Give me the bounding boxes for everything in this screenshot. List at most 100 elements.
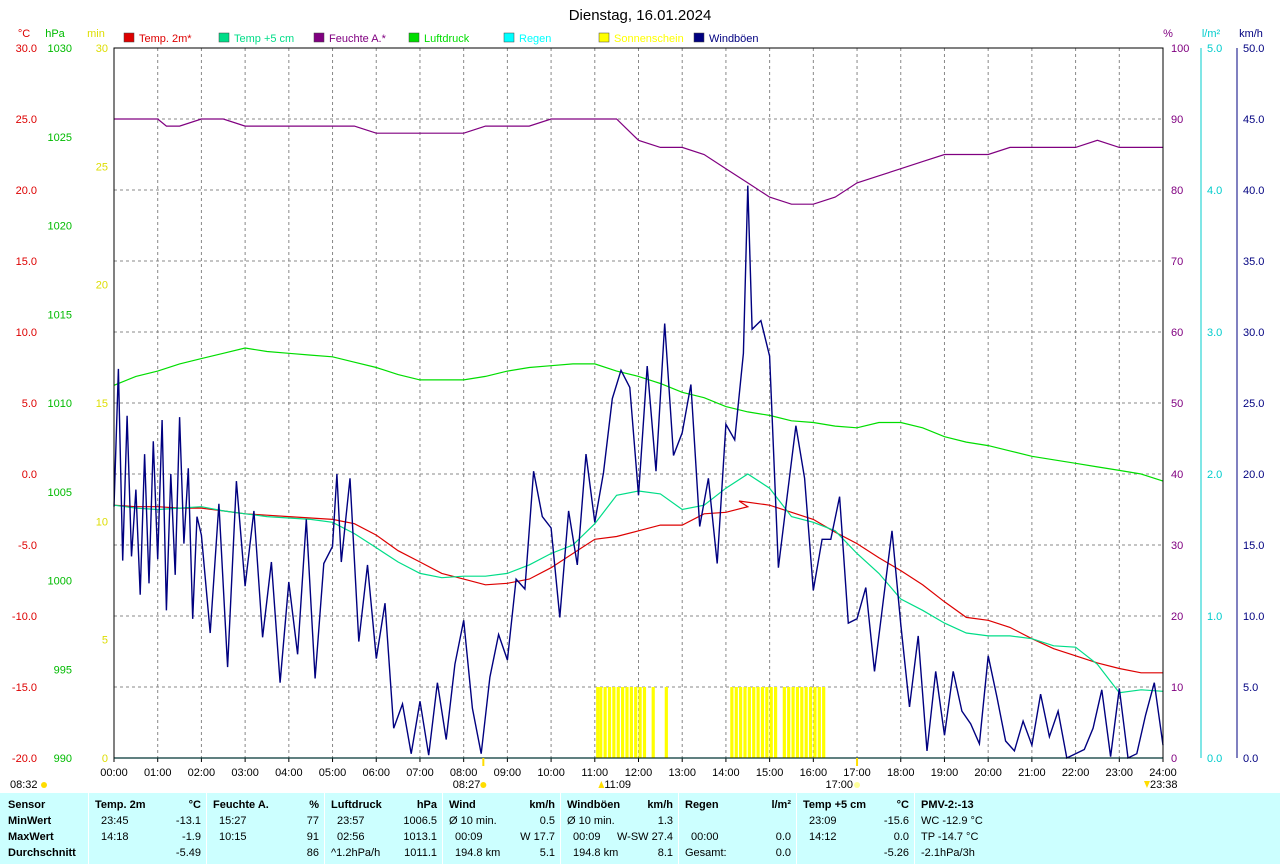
humidity-max: 91	[306, 831, 319, 843]
minutes-tick-label: 30	[96, 43, 108, 55]
temp5cm-avg: -5.26	[883, 847, 909, 859]
temp-tick-label: 20.0	[16, 185, 37, 197]
x-tick-label: 11:00	[581, 767, 608, 779]
humidity-min-time: 15:27	[219, 815, 247, 827]
sunshine-bar	[769, 687, 773, 758]
sunshine-bar	[734, 687, 738, 758]
sunshine-bar	[765, 687, 769, 758]
rain-tick-label: 0.0	[1207, 753, 1222, 765]
gusts-unit: km/h	[647, 799, 673, 811]
sunshine-bar	[642, 687, 647, 758]
gusts-max-time: 00:09	[573, 831, 601, 843]
wind-avg: 0.5	[539, 815, 555, 827]
pressure-tick-label: 1005	[48, 487, 72, 499]
wind-tick-label: 45.0	[1243, 114, 1264, 126]
sunshine-bar	[612, 687, 616, 758]
wind-tick-label: 25.0	[1243, 398, 1264, 410]
x-tick-label: 12:00	[625, 767, 653, 779]
temp5cm-min-time: 23:09	[809, 815, 837, 827]
gusts-mean: 8.1	[657, 847, 673, 859]
legend-swatch	[123, 32, 135, 43]
rain-max: 0.0	[775, 831, 791, 843]
x-tick-label: 23:00	[1106, 767, 1134, 779]
sunshine-bar	[596, 687, 600, 758]
row-label-sensor: Sensor	[8, 799, 46, 811]
sunshine-bar	[773, 687, 778, 758]
temp2m-avg: -5.49	[175, 847, 201, 859]
legend-swatch	[218, 32, 230, 43]
humidity-max-time: 10:15	[219, 831, 247, 843]
temp-tick-label: 25.0	[16, 114, 37, 126]
temp-tick-label: -20.0	[12, 753, 37, 765]
humidity-tick-label: 50	[1171, 398, 1183, 410]
humidity-min: 77	[306, 815, 319, 827]
x-tick-label: 14:00	[712, 767, 740, 779]
humidity-tick-label: 70	[1171, 256, 1183, 268]
humidity-tick-label: 40	[1171, 469, 1183, 481]
sunshine-bar	[730, 687, 734, 758]
sunshine-bar	[739, 687, 743, 758]
sunshine-bar	[743, 687, 747, 758]
rain-tick-label: 3.0	[1207, 327, 1222, 339]
pmv-dewpoint: TP -14.7 °C	[921, 831, 979, 843]
pressure-min: 1006.5	[403, 815, 437, 827]
weather-chart: Dienstag, 16.01.2024 Temp. 2m* Temp +5 cm…	[10, 7, 1264, 791]
temp-unit-label: °C	[18, 28, 30, 40]
temp2m-min-time: 23:45	[101, 815, 129, 827]
sunset-tick	[856, 758, 859, 766]
sunshine-bar	[603, 687, 607, 758]
wind-unit: km/h	[529, 799, 555, 811]
humidity-unit: %	[309, 799, 319, 811]
humidity-tick-label: 100	[1171, 43, 1189, 55]
moonset-label: 23:38	[1150, 779, 1178, 791]
wind-tick-label: 50.0	[1243, 43, 1264, 55]
x-tick-label: 00:00	[100, 767, 128, 779]
humidity-unit-label: %	[1163, 28, 1173, 40]
sunshine-bar	[638, 687, 642, 758]
sunshine-bar	[634, 687, 638, 758]
grid	[114, 48, 1163, 758]
stats-wind: Wind km/h Ø 10 min. 0.5 00:09 W 17.7 194…	[442, 793, 561, 864]
stats-pressure: Luftdruck hPa 23:57 1006.5 02:56 1013.1 …	[324, 793, 443, 864]
wind-tick-label: 20.0	[1243, 469, 1264, 481]
legend-swatch	[693, 32, 705, 43]
pressure-unit: hPa	[416, 799, 437, 811]
wind-tick-label: 5.0	[1243, 682, 1258, 694]
legend-label: Temp. 2m*	[139, 33, 192, 45]
x-tick-label: 02:00	[188, 767, 216, 779]
sunshine-bar	[813, 687, 817, 758]
temp5cm-max-time: 14:12	[809, 831, 837, 843]
pressure-tick-label: 1025	[48, 132, 72, 144]
rain-total: 0.0	[775, 847, 791, 859]
temp-tick-label: -15.0	[12, 682, 37, 694]
x-tick-label: 21:00	[1018, 767, 1046, 779]
stats-pmv: PMV-2:-13 WC -12.9 °C TP -14.7 °C -2.1hP…	[914, 793, 1280, 864]
sunshine-bar	[599, 687, 603, 758]
rain-header: Regen	[685, 799, 719, 811]
pressure-tick-label: 1015	[48, 309, 72, 321]
humidity-tick-label: 80	[1171, 185, 1183, 197]
sunshine-bar	[800, 687, 804, 758]
minutes-tick-label: 15	[96, 398, 108, 410]
temp-tick-label: 15.0	[16, 256, 37, 268]
sunshine-bar	[808, 687, 813, 758]
wind-max-time: 00:09	[455, 831, 483, 843]
sunshine-bar	[787, 687, 791, 758]
sunshine-bar	[822, 687, 826, 758]
humidity-header: Feuchte A.	[213, 799, 269, 811]
wind-max: W 17.7	[520, 831, 555, 843]
pressure-unit-label: hPa	[45, 28, 65, 40]
gusts-avg-label: Ø 10 min.	[567, 815, 615, 827]
pressure-tick-label: 1000	[48, 576, 72, 588]
temp2m-min: -13.1	[175, 815, 201, 827]
wind-avg-label: Ø 10 min.	[449, 815, 497, 827]
moonrise-icon	[41, 782, 47, 788]
gusts-avg: 1.3	[657, 815, 673, 827]
humidity-avg: 86	[306, 847, 319, 859]
gusts-header: Windböen	[567, 799, 621, 811]
rain-tick-label: 5.0	[1207, 43, 1222, 55]
legend-swatch	[598, 32, 610, 43]
stats-temp5cm: Temp +5 cm °C 23:09 -15.6 14:12 0.0 -5.2…	[796, 793, 915, 864]
pmv-header: PMV-2:-13	[921, 799, 974, 811]
temp5cm-max: 0.0	[893, 831, 909, 843]
